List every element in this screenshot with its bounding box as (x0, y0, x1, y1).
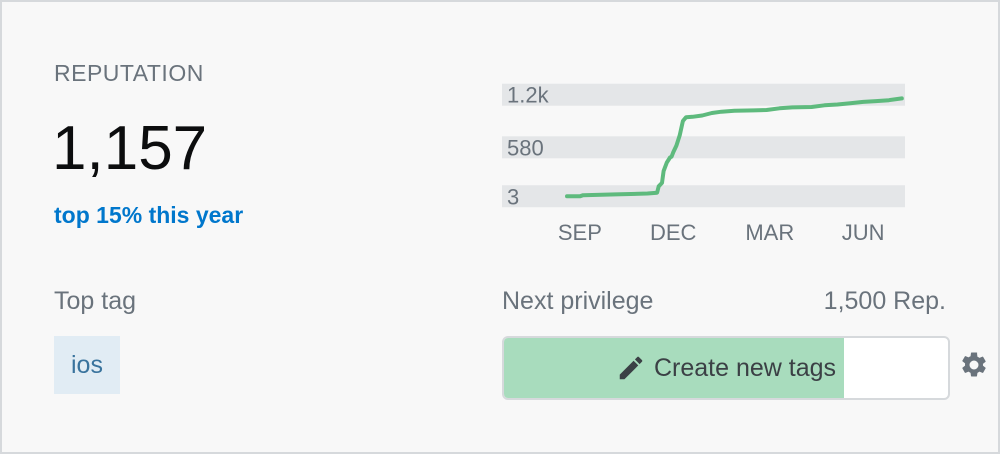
next-privilege-progress[interactable]: Create new tags (502, 336, 950, 400)
top-tag-label: Top tag (54, 287, 137, 315)
pencil-icon (619, 356, 643, 380)
y-tick-label: 580 (507, 135, 544, 160)
grid-band (502, 185, 905, 208)
x-tick-label: MAR (745, 220, 794, 245)
top-tag-ios[interactable]: ios (54, 336, 120, 394)
privilege-name: Create new tags (653, 353, 837, 382)
reputation-card: REPUTATION 1,157 top 15% this year 1.2k 5… (0, 0, 1000, 454)
x-tick-label: DEC (650, 220, 697, 245)
next-privilege-label: Next privilege (502, 287, 654, 315)
x-tick-label: JUN (842, 220, 885, 245)
progress-content: Create new tags (504, 338, 948, 398)
reputation-value: 1,157 (52, 114, 208, 183)
next-privilege-rep: 1,500 Rep. (823, 287, 946, 315)
y-tick-label: 3 (507, 184, 519, 209)
grid-band (502, 136, 905, 159)
y-tick-label: 1.2k (507, 83, 550, 108)
reputation-chart: 1.2k 580 3 SEP DEC MAR JUN (502, 83, 905, 245)
x-tick-label: SEP (558, 220, 602, 245)
reputation-label: REPUTATION (54, 60, 204, 86)
gear-icon[interactable] (959, 350, 989, 380)
reputation-rank-link[interactable]: top 15% this year (54, 202, 243, 229)
